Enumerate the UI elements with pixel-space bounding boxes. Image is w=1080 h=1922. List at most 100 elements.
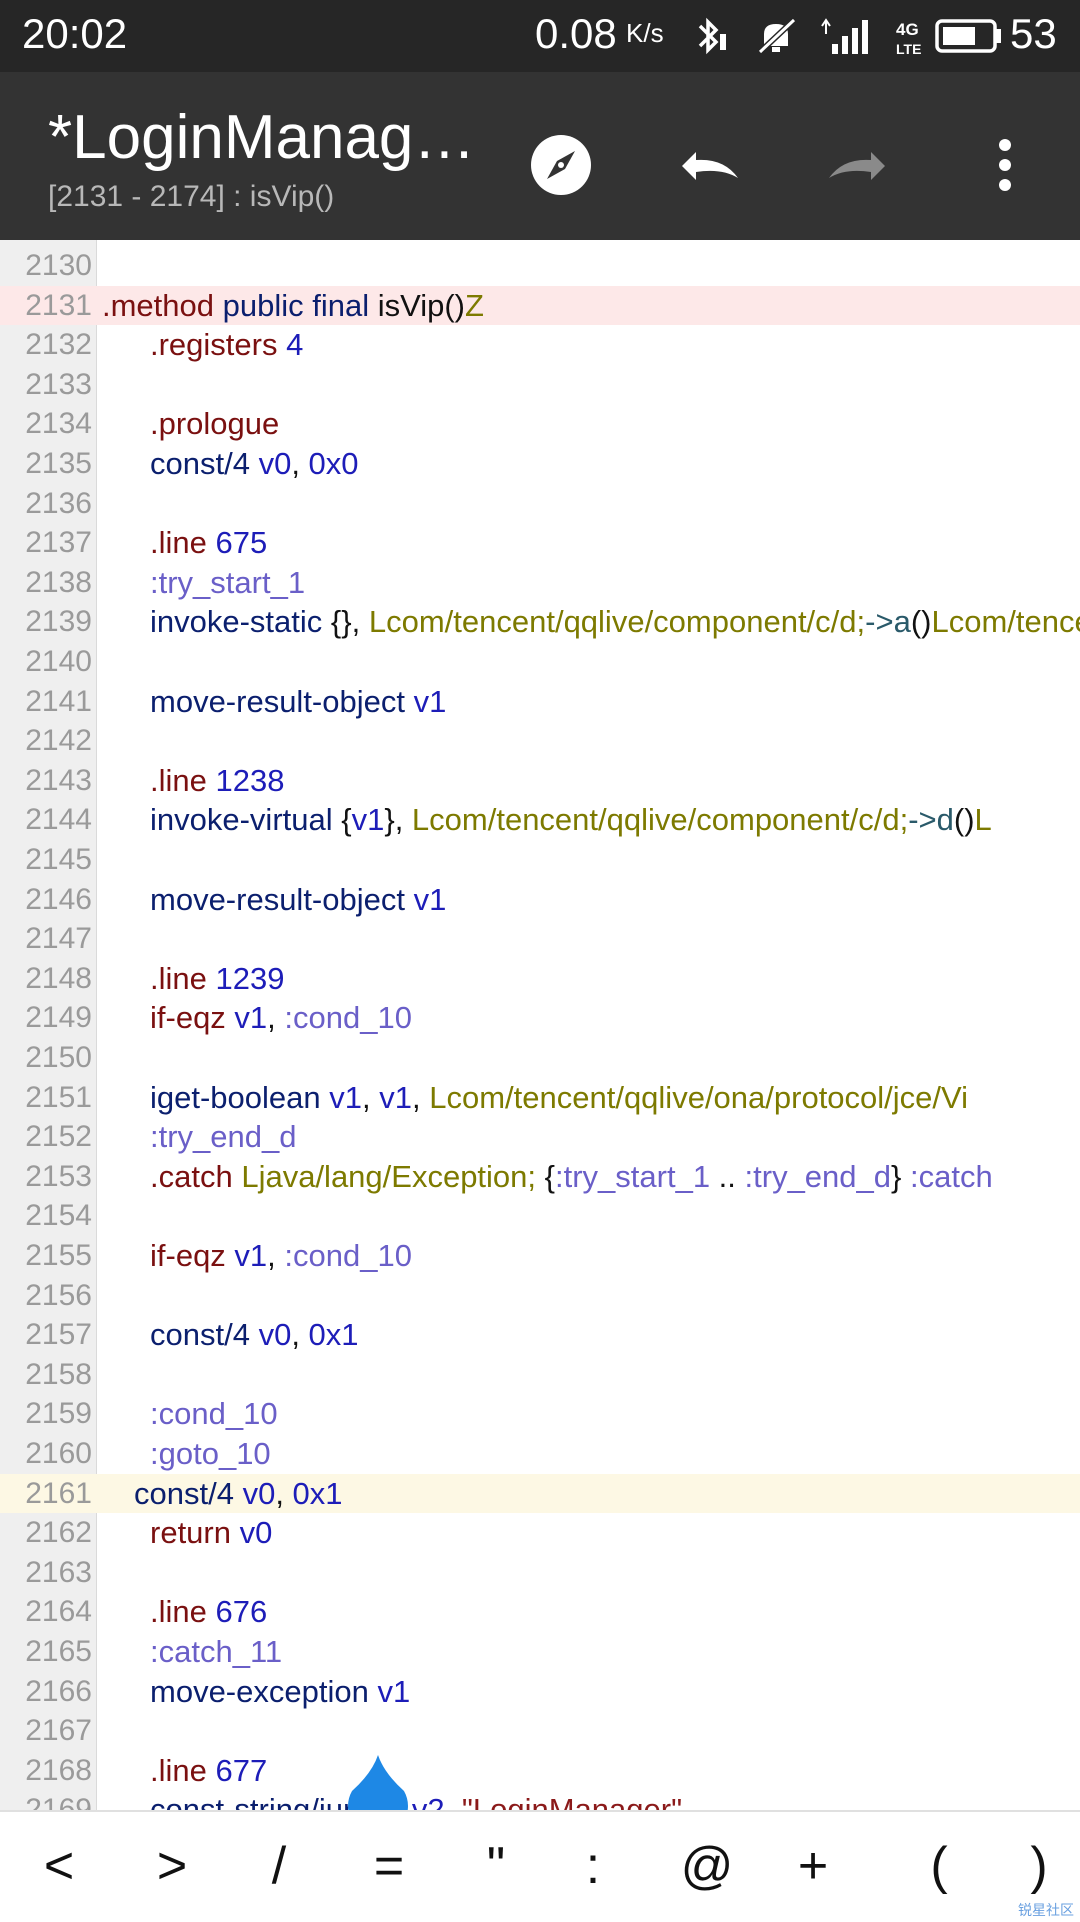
code-line[interactable]: 2132 .registers 4 (0, 325, 1080, 365)
code-text: .method public final isVip()Z (102, 286, 484, 326)
code-token: Lcom/tencent/qqlive/component (931, 604, 1080, 640)
undo-button[interactable] (655, 112, 765, 222)
signal-icon (818, 16, 882, 61)
code-line[interactable]: 2144 invoke-virtual {v1}, Lcom/tencent/qq… (0, 800, 1080, 840)
code-line[interactable]: 2164 .line 676 (0, 1592, 1080, 1632)
line-number: 2166 (25, 1674, 92, 1708)
code-token: :try_start_1 (150, 564, 306, 600)
code-line[interactable]: 2146 move-result-object v1 (0, 880, 1080, 920)
code-line[interactable]: 2159:cond_10 (0, 1394, 1080, 1434)
code-line[interactable]: 2141 move-result-object v1 (0, 682, 1080, 722)
code-text: :goto_10 (150, 1434, 271, 1474)
line-number: 2130 (25, 249, 92, 282)
code-line[interactable]: 2130 (0, 246, 1080, 286)
line-number: 2133 (25, 367, 92, 401)
redo-button[interactable] (802, 112, 912, 222)
code-line[interactable]: 2137 .line 675 (0, 523, 1080, 563)
code-text: return v0 (150, 1513, 272, 1553)
code-text: .line 1239 (150, 959, 284, 999)
code-text: .catch Ljava/lang/Exception; {:try_start… (150, 1157, 993, 1197)
code-line[interactable]: 2167 (0, 1711, 1080, 1751)
code-line[interactable]: 2140 (0, 642, 1080, 682)
code-line[interactable]: 2149 if-eqz v1, :cond_10 (0, 998, 1080, 1038)
symbol-key[interactable]: : (548, 1826, 638, 1906)
code-line[interactable]: 2156 (0, 1276, 1080, 1316)
symbol-key[interactable]: @ (662, 1826, 752, 1906)
line-number: 2146 (25, 882, 92, 916)
code-text: const/4 v0, 0x1 (150, 1315, 359, 1355)
code-line[interactable]: 2131 .method public final isVip()Z (0, 285, 1080, 326)
code-token: () (910, 604, 932, 640)
code-token: :try_end_d (735, 1158, 892, 1194)
code-line[interactable]: 2153 .catch Ljava/lang/Exception; {:try_s… (0, 1157, 1080, 1197)
code-line[interactable]: 2157 const/4 v0, 0x1 (0, 1315, 1080, 1355)
code-line[interactable]: 2142 (0, 721, 1080, 761)
code-line[interactable]: 2154 (0, 1196, 1080, 1236)
code-line[interactable]: 2152 :try_end_d (0, 1117, 1080, 1157)
symbol-key[interactable]: " (451, 1826, 541, 1906)
code-token: }, (384, 802, 404, 838)
code-token: v0 (249, 1317, 292, 1353)
bluetooth-icon (688, 16, 728, 61)
code-token: if-eqz (150, 1238, 226, 1273)
code-token: v1 (225, 1000, 268, 1036)
symbol-key[interactable]: ) (994, 1826, 1080, 1906)
line-number: 2169 (25, 1793, 92, 1810)
code-token: isVip() (369, 287, 466, 323)
code-line[interactable]: 2138:try_start_1 (0, 563, 1080, 603)
symbol-key[interactable]: + (768, 1826, 858, 1906)
line-number: 2155 (25, 1239, 92, 1272)
code-token: if-eqz (150, 1000, 226, 1036)
symbol-key[interactable]: = (344, 1826, 434, 1906)
code-line[interactable]: 2139 invoke-static {}, Lcom/tencent/qqliv… (0, 602, 1080, 642)
line-number: 2161 (25, 1476, 92, 1510)
line-number: 2160 (25, 1437, 92, 1470)
line-number: 2157 (25, 1318, 92, 1352)
code-text: :try_end_d (150, 1117, 297, 1157)
symbol-key[interactable]: > (127, 1826, 217, 1906)
code-token: ->a (865, 604, 911, 640)
code-token: .prologue (150, 406, 280, 442)
symbol-key[interactable]: < (14, 1826, 104, 1906)
code-line[interactable]: 2148 .line 1239 (0, 959, 1080, 999)
code-line[interactable]: 2166 move-exception v1 (0, 1672, 1080, 1712)
code-line[interactable]: 2150 (0, 1038, 1080, 1078)
code-token: { (332, 802, 352, 838)
code-line[interactable]: 2161 const/4 v0, 0x1 (0, 1473, 1080, 1514)
code-line[interactable]: 2155 if-eqz v1, :cond_10 (0, 1236, 1080, 1276)
code-token: , (267, 1000, 276, 1036)
code-token: 675 (206, 525, 268, 561)
battery-icon (932, 18, 1004, 59)
code-line[interactable]: 2165:catch_11 (0, 1632, 1080, 1672)
navigate-button[interactable] (506, 112, 616, 222)
code-line[interactable]: 2143 .line 1238 (0, 761, 1080, 801)
code-text: move-result-object v1 (150, 880, 446, 920)
code-line[interactable]: 2163 (0, 1553, 1080, 1593)
symbol-key[interactable]: ( (894, 1826, 984, 1906)
code-line[interactable]: 2134 .prologue (0, 404, 1080, 444)
code-line[interactable]: 2160 :goto_10 (0, 1434, 1080, 1474)
symbol-key[interactable]: / (234, 1826, 324, 1906)
code-line[interactable]: 2151 iget-boolean v1, v1, Lcom/tencent/qq… (0, 1078, 1080, 1118)
code-line[interactable]: 2147 (0, 919, 1080, 959)
svg-text:LTE: LTE (896, 41, 921, 57)
code-line[interactable]: 2136 (0, 484, 1080, 524)
cursor-handle-icon[interactable] (344, 1753, 412, 1810)
code-line[interactable]: 2135 const/4 v0, 0x0 (0, 444, 1080, 484)
code-token: :try_end_d (150, 1119, 297, 1155)
code-line[interactable]: 2158 (0, 1355, 1080, 1395)
code-token: .method (102, 287, 215, 323)
code-line[interactable]: 2162 return v0 (0, 1513, 1080, 1553)
code-editor[interactable]: 2130 2131 .method public final isVip()Z 213… (0, 240, 1080, 1810)
code-line[interactable]: 2169 const-string/jumbo v2, "LoginManager… (0, 1790, 1080, 1810)
line-number: 2151 (25, 1080, 92, 1114)
method-range: [2131 - 2174] : isVip() (48, 180, 335, 213)
symbol-shortcut-bar: < > / = ": @ + () 锐星社区 (0, 1810, 1080, 1922)
line-number: 2152 (25, 1120, 92, 1154)
code-line[interactable]: 2145 (0, 840, 1080, 880)
code-line[interactable]: 2168 .line 677 (0, 1751, 1080, 1791)
app-bar: *LoginManag… [2131 - 2174] : isVip() (0, 72, 1080, 240)
more-options-button[interactable] (950, 112, 1060, 222)
code-line[interactable]: 2133 (0, 365, 1080, 405)
code-text: .prologue (150, 404, 279, 444)
